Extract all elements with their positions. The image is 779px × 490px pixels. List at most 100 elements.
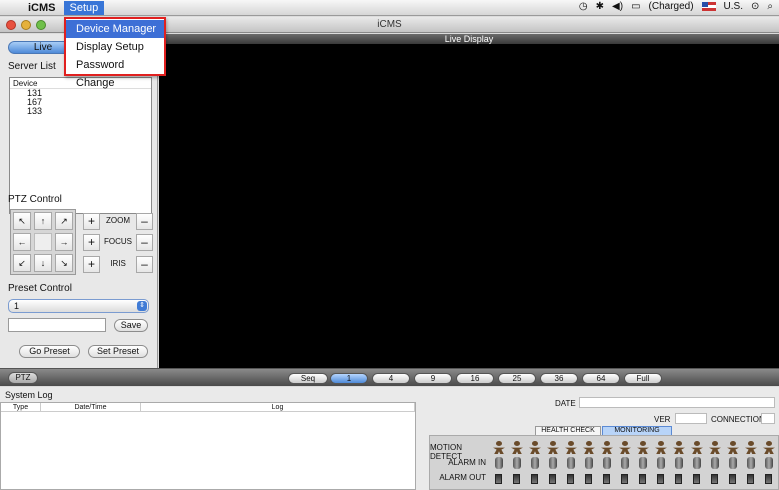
alarm-in-icon (765, 457, 773, 469)
motion-detect-icon (690, 441, 704, 455)
log-column-datetime[interactable]: Date/Time (41, 403, 141, 412)
split-64-button[interactable]: 64 (582, 373, 620, 384)
pan-down-right-button[interactable]: ↘ (55, 254, 73, 272)
motion-detect-icon (528, 441, 542, 455)
split-16-button[interactable]: 16 (456, 373, 494, 384)
pad-center (34, 233, 52, 251)
status-area: ◷ ✱ ◀) ▭ (Charged) U.S. ⊙ ⌕ (579, 1, 773, 12)
alarm-out-icon (675, 474, 682, 484)
pan-down-left-button[interactable]: ↙ (13, 254, 31, 272)
split-36-button[interactable]: 36 (540, 373, 578, 384)
alarm-out-icon (639, 474, 646, 484)
time-machine-icon[interactable]: ◷ (579, 1, 588, 12)
setup-dropdown-menu: Device Manager Display Setup Password Ch… (64, 17, 166, 89)
focus-out-button[interactable]: – (136, 234, 153, 251)
zoom-label: ZOOM (106, 216, 130, 225)
live-display-area[interactable] (159, 44, 779, 368)
focus-label: FOCUS (104, 237, 132, 246)
split-1-button[interactable]: 1 (330, 373, 368, 384)
alarm-out-icon (513, 474, 520, 484)
server-item[interactable]: 133 (10, 107, 151, 116)
preset-select[interactable]: 1 ⇕ (8, 299, 149, 313)
alarm-in-icon (747, 457, 755, 469)
setup-menu[interactable]: Setup (63, 0, 105, 15)
alarm-in-icon (675, 457, 683, 469)
pan-right-button[interactable]: → (55, 233, 73, 251)
motion-detect-icon (510, 441, 524, 455)
date-label: DATE (555, 399, 576, 408)
iris-label: IRIS (110, 259, 126, 268)
set-preset-button[interactable]: Set Preset (88, 345, 148, 358)
motion-detect-icon (672, 441, 686, 455)
alarm-out-icon (747, 474, 754, 484)
alarm-in-icon (693, 457, 701, 469)
alarm-in-icon (585, 457, 593, 469)
alarm-in-icon (531, 457, 539, 469)
zoom-out-button[interactable]: – (136, 213, 153, 230)
split-full-button[interactable]: Full (624, 373, 662, 384)
log-column-type[interactable]: Type (1, 403, 41, 412)
alarm-in-icon (513, 457, 521, 469)
sync-icon[interactable]: ⊙ (751, 1, 759, 12)
ptz-toggle-button[interactable]: PTZ (8, 372, 38, 384)
pan-up-left-button[interactable]: ↖ (13, 212, 31, 230)
preset-name-input[interactable] (8, 318, 106, 332)
input-locale[interactable]: U.S. (724, 1, 743, 12)
motion-detect-icon (708, 441, 722, 455)
split-4-button[interactable]: 4 (372, 373, 410, 384)
log-column-log[interactable]: Log (141, 403, 415, 412)
alarm-out-icon (693, 474, 700, 484)
alarm-out-icon (495, 474, 502, 484)
us-flag-icon[interactable] (701, 2, 716, 11)
volume-icon[interactable]: ◀) (612, 1, 623, 12)
menu-bar: iCMS Setup ◷ ✱ ◀) ▭ (Charged) U.S. ⊙ ⌕ (0, 0, 779, 16)
alarm-in-icon (495, 457, 503, 469)
motion-detect-icon (654, 441, 668, 455)
split-9-button[interactable]: 9 (414, 373, 452, 384)
spotlight-search-icon[interactable]: ⌕ (767, 1, 773, 12)
split-seq-button[interactable]: Seq (288, 373, 328, 384)
alarm-out-label: ALARM OUT (439, 473, 486, 482)
iris-open-button[interactable]: + (83, 256, 100, 273)
motion-detect-icon (744, 441, 758, 455)
alarm-out-icon (711, 474, 718, 484)
app-menu[interactable]: iCMS (28, 2, 56, 14)
alarm-out-icon (549, 474, 556, 484)
live-display-header: Live Display (159, 34, 779, 44)
battery-icon[interactable]: ▭ (631, 1, 640, 12)
focus-in-button[interactable]: + (83, 234, 100, 251)
ver-label: VER (654, 415, 671, 424)
ptz-direction-pad: ↖ ↑ ↗ ← → ↙ ↓ ↘ (10, 209, 76, 275)
alarm-in-icon (621, 457, 629, 469)
pan-down-button[interactable]: ↓ (34, 254, 52, 272)
alarm-in-icon (729, 457, 737, 469)
alarm-out-icon (765, 474, 772, 484)
menu-item-display-setup[interactable]: Display Setup (66, 38, 164, 56)
save-preset-button[interactable]: Save (114, 319, 148, 332)
alarm-out-icon (621, 474, 628, 484)
alarm-out-icon (729, 474, 736, 484)
motion-detect-icon (582, 441, 596, 455)
go-preset-button[interactable]: Go Preset (19, 345, 80, 358)
alarm-in-icon (657, 457, 665, 469)
system-log-table[interactable]: Type Date/Time Log (0, 402, 416, 490)
zoom-in-button[interactable]: + (83, 213, 100, 230)
motion-detect-icon (600, 441, 614, 455)
bluetooth-icon[interactable]: ✱ (596, 1, 604, 12)
battery-status[interactable]: (Charged) (649, 1, 694, 12)
menu-item-device-manager[interactable]: Device Manager (66, 20, 164, 38)
pan-up-button[interactable]: ↑ (34, 212, 52, 230)
menu-item-password-change[interactable]: Password Change (66, 56, 164, 89)
alarm-out-icon (567, 474, 574, 484)
date-field (579, 397, 775, 408)
motion-detect-icon (564, 441, 578, 455)
monitoring-grid: MOTION DETECT ALARM IN ALARM OUT (429, 435, 779, 490)
alarm-out-icon (531, 474, 538, 484)
motion-detect-icon (762, 441, 776, 455)
split-25-button[interactable]: 25 (498, 373, 536, 384)
bottom-panel: System Log Type Date/Time Log DATE VER C… (0, 387, 779, 490)
pan-left-button[interactable]: ← (13, 233, 31, 251)
alarm-out-icon (657, 474, 664, 484)
pan-up-right-button[interactable]: ↗ (55, 212, 73, 230)
iris-close-button[interactable]: – (136, 256, 153, 273)
